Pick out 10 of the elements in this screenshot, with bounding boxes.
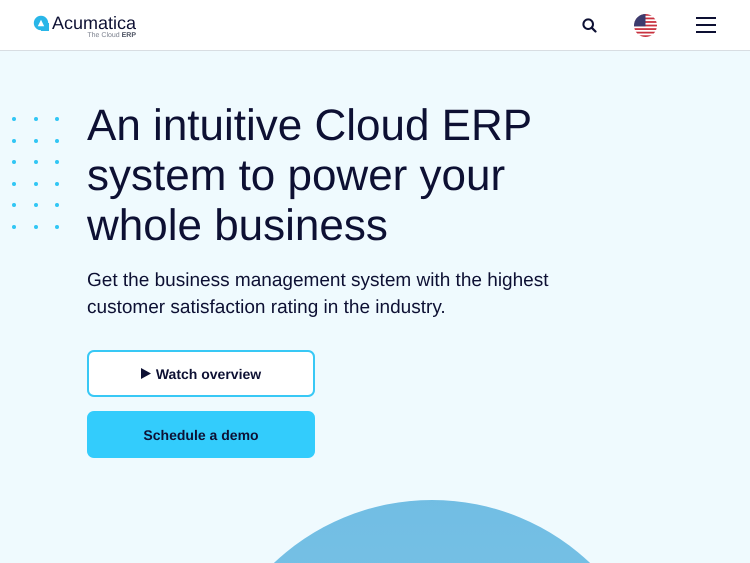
schedule-demo-button[interactable]: Schedule a demo bbox=[87, 411, 315, 458]
hero-subheading: Get the business management system with the highest customer satisfaction rating in the industry. bbox=[87, 269, 550, 320]
hero-headline: An intuitive Cloud ERP system to power your whole business bbox=[87, 101, 532, 251]
menu-icon[interactable] bbox=[696, 17, 716, 33]
flag-icon[interactable] bbox=[634, 14, 657, 36]
play-icon bbox=[140, 368, 151, 379]
search-icon[interactable] bbox=[582, 18, 597, 32]
watch-overview-button[interactable]: Watch overview bbox=[87, 350, 315, 397]
logo-wordmark: Acumatica bbox=[52, 14, 136, 32]
logo-icon bbox=[33, 14, 49, 30]
